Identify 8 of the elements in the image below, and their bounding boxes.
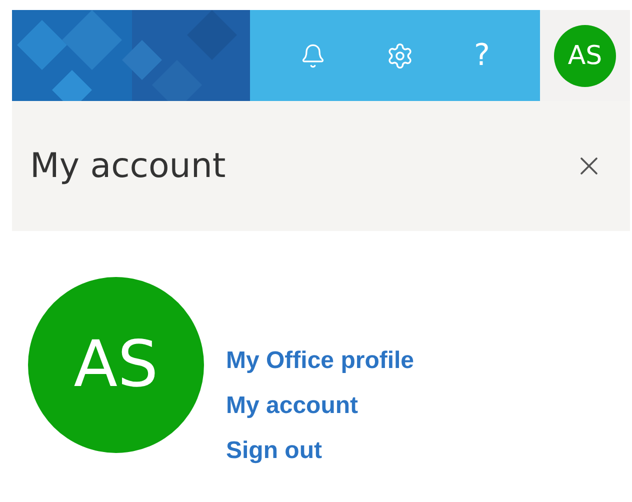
- gear-icon: [386, 42, 414, 70]
- profile-avatar: AS: [28, 277, 204, 453]
- account-avatar-button[interactable]: AS: [554, 24, 616, 86]
- profile-link[interactable]: My Office profile: [226, 347, 414, 375]
- profile-link[interactable]: My account: [226, 392, 414, 420]
- profile-link[interactable]: Sign out: [226, 437, 414, 465]
- bell-icon: [300, 42, 326, 68]
- panel-title: My account: [30, 146, 226, 186]
